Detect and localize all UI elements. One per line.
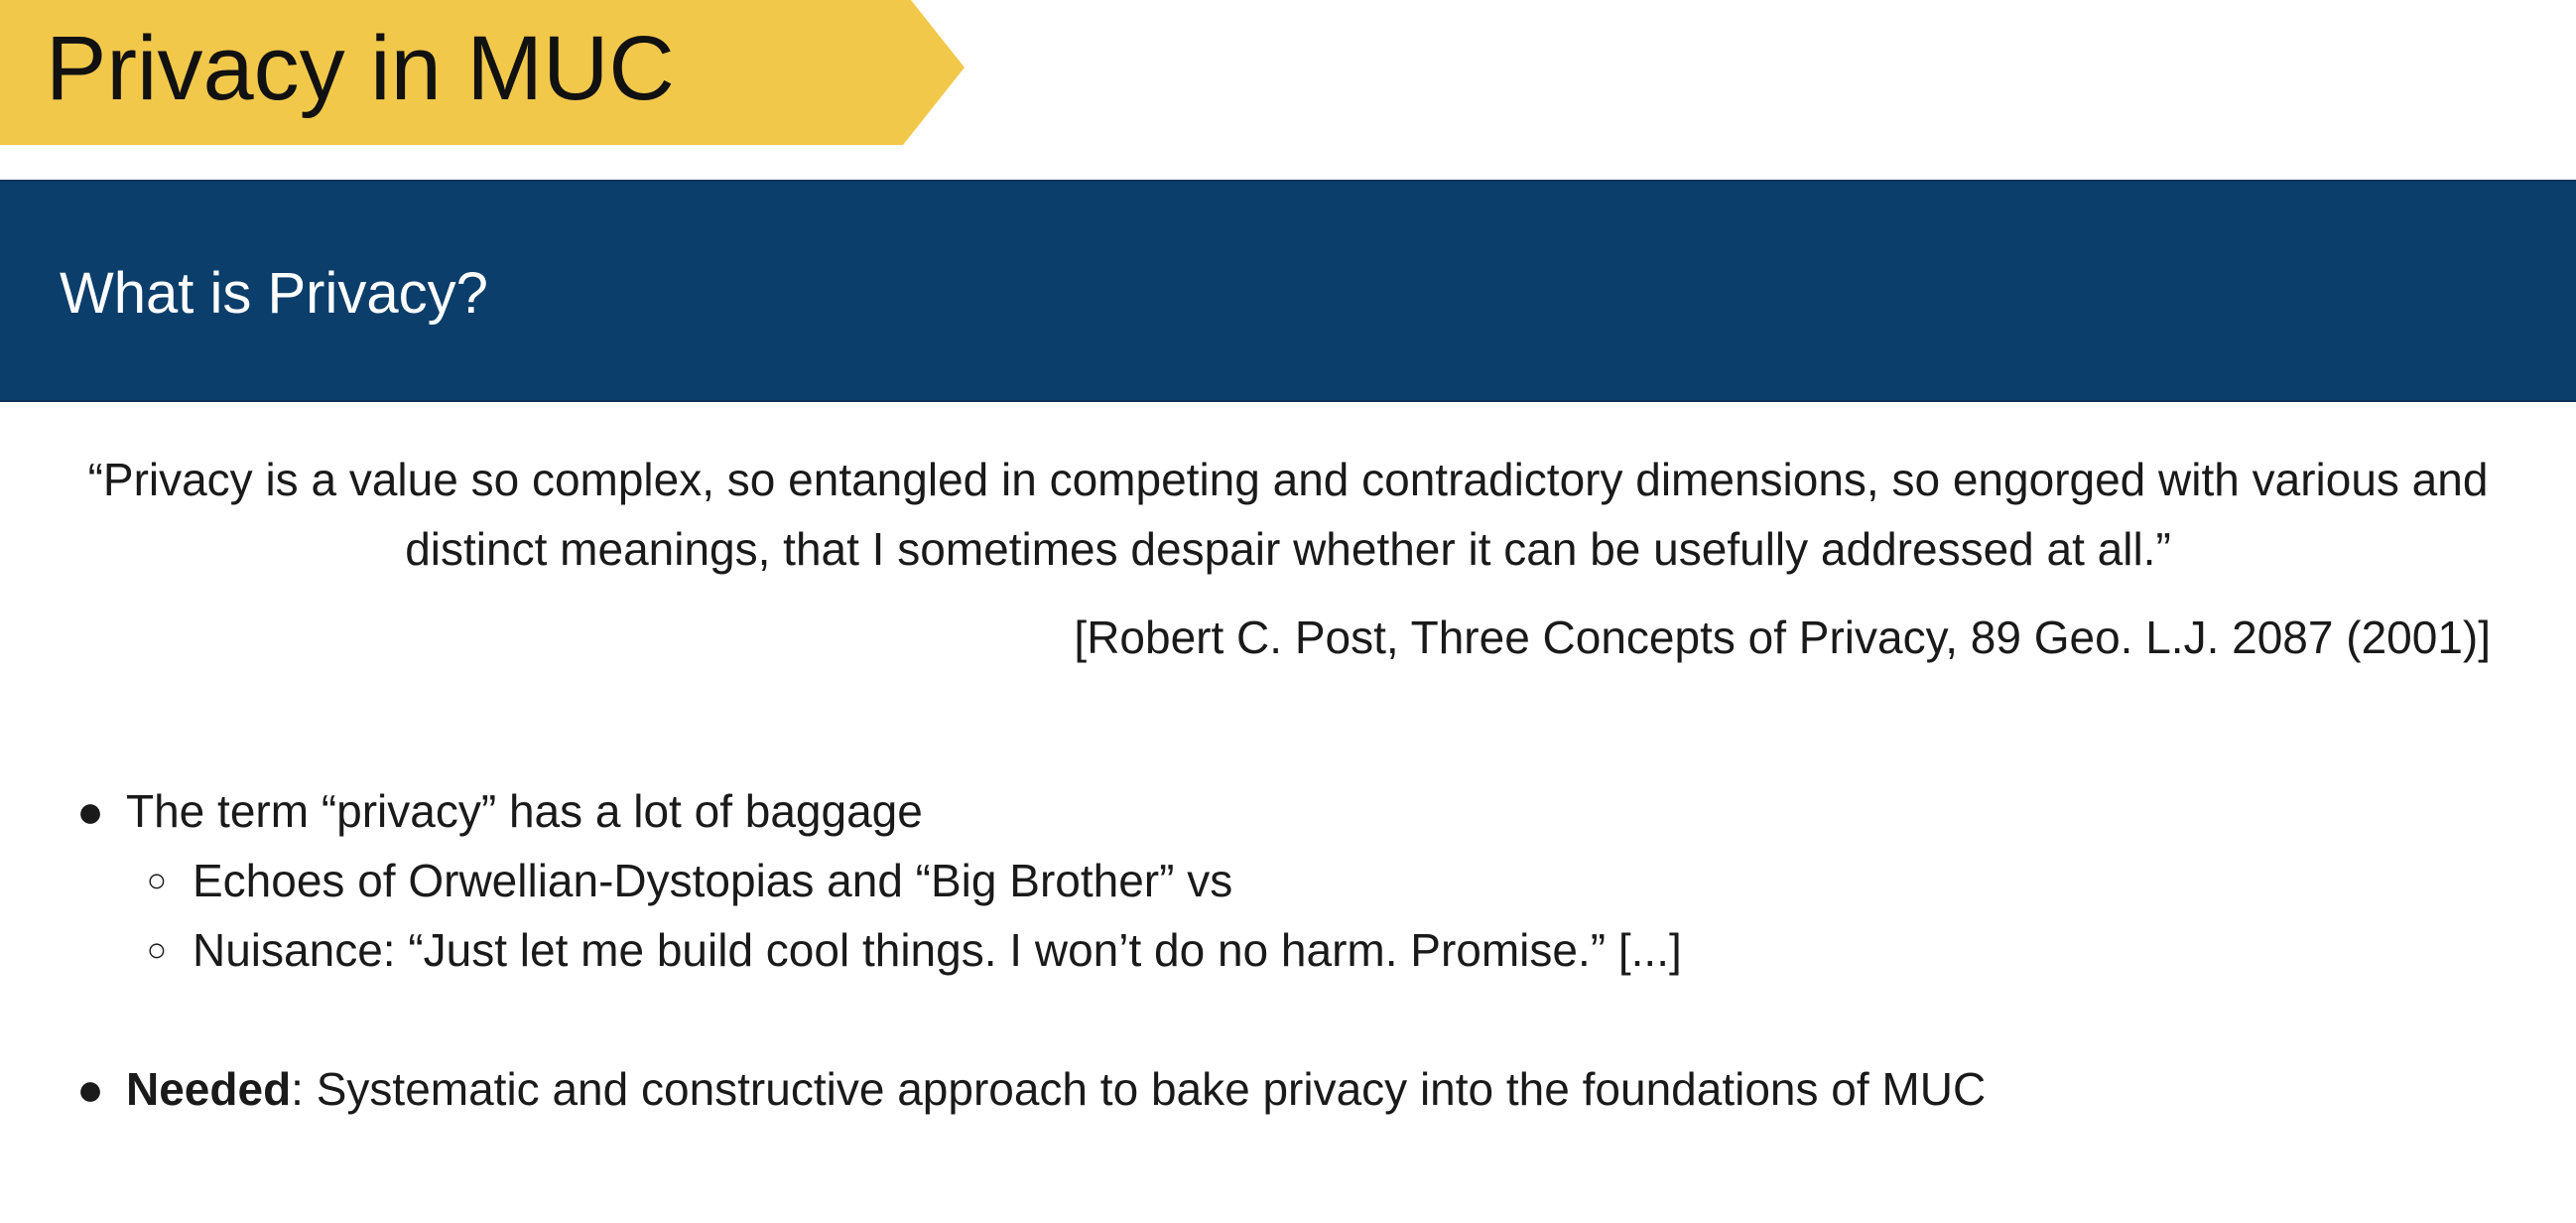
slide-title: Privacy in MUC (46, 18, 675, 119)
bullet-bold-lead: Needed (126, 1063, 292, 1115)
sub-bullet-text: Echoes of Orwellian-Dystopias and “Big B… (193, 855, 1233, 906)
sub-bullet-item: ○ Nuisance: “Just let me build cool thin… (147, 915, 1682, 985)
section-header-bar: What is Privacy? (0, 180, 2576, 402)
bullet-dot-icon: ● (76, 785, 104, 837)
sub-bullet-text: Nuisance: “Just let me build cool things… (193, 924, 1682, 976)
privacy-quote: “Privacy is a value so complex, so entan… (87, 454, 2489, 575)
slide: Privacy in MUC What is Privacy? “Privacy… (0, 0, 2576, 1223)
section-title: What is Privacy? (60, 261, 488, 326)
bullet-item: ● The term “privacy” has a lot of baggag… (76, 776, 923, 846)
bullet-circle-icon: ○ (146, 862, 168, 899)
bullet-dot-icon: ● (76, 1063, 104, 1115)
bullet-text: : Systematic and constructive approach t… (291, 1063, 1987, 1115)
bullet-circle-icon: ○ (146, 931, 168, 969)
bullet-item: ● Needed: Systematic and constructive ap… (76, 1054, 1987, 1124)
sub-bullet-item: ○ Echoes of Orwellian-Dystopias and “Big… (147, 846, 1233, 915)
quote-citation: [Robert C. Post, Three Concepts of Priva… (1074, 612, 2491, 663)
bullet-text: The term “privacy” has a lot of baggage (126, 785, 923, 837)
